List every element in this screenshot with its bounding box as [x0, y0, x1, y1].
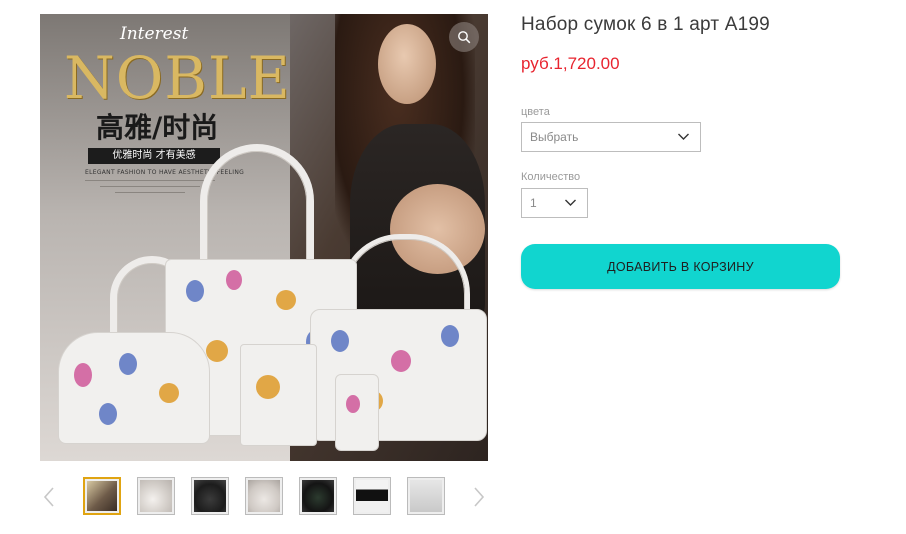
thumbnail-1[interactable] — [83, 477, 121, 515]
thumbnail-strip — [40, 476, 488, 518]
zoom-button[interactable] — [449, 22, 479, 52]
chevron-down-icon — [678, 133, 689, 140]
thumbnail-2[interactable] — [137, 477, 175, 515]
model-face — [378, 24, 436, 104]
thumbnail-4[interactable] — [245, 477, 283, 515]
quantity-label: Количество — [521, 171, 581, 183]
quantity-select[interactable]: 1 — [521, 188, 588, 218]
magnifier-icon — [458, 31, 471, 44]
thumbnail-7[interactable] — [407, 477, 445, 515]
divider — [100, 186, 200, 187]
brand-small-text: Interest — [120, 24, 189, 44]
quantity-select-value: 1 — [530, 196, 537, 210]
chevron-right-icon — [474, 487, 485, 507]
thumbnail-5[interactable] — [299, 477, 337, 515]
boston-bag — [58, 332, 210, 444]
add-to-cart-button[interactable]: ДОБАВИТЬ В КОРЗИНУ — [521, 244, 840, 289]
thumb-prev-button[interactable] — [40, 486, 58, 508]
thumb-next-button[interactable] — [470, 486, 488, 508]
divider — [115, 192, 185, 193]
thumbnail-3[interactable] — [191, 477, 229, 515]
color-label: цвета — [521, 106, 550, 118]
product-price: руб.1,720.00 — [521, 54, 620, 73]
chevron-left-icon — [43, 487, 54, 507]
divider — [85, 180, 215, 181]
color-select[interactable]: Выбрать — [521, 122, 701, 152]
product-title: Набор сумок 6 в 1 арт A199 — [521, 14, 770, 35]
card-holder — [335, 374, 379, 451]
chevron-down-icon — [565, 199, 576, 206]
brand-logo-text: NOBLE — [64, 44, 291, 112]
brand-chinese-text: 高雅/时尚 — [96, 111, 219, 144]
clutch-bag — [240, 344, 317, 446]
color-select-value: Выбрать — [530, 130, 579, 144]
thumbnail-6[interactable] — [353, 477, 391, 515]
brand-tagline: 优雅时尚 才有美感 — [88, 148, 220, 164]
product-main-image[interactable]: Interest NOBLE 高雅/时尚 优雅时尚 才有美感 ELEGANT F… — [40, 14, 488, 461]
